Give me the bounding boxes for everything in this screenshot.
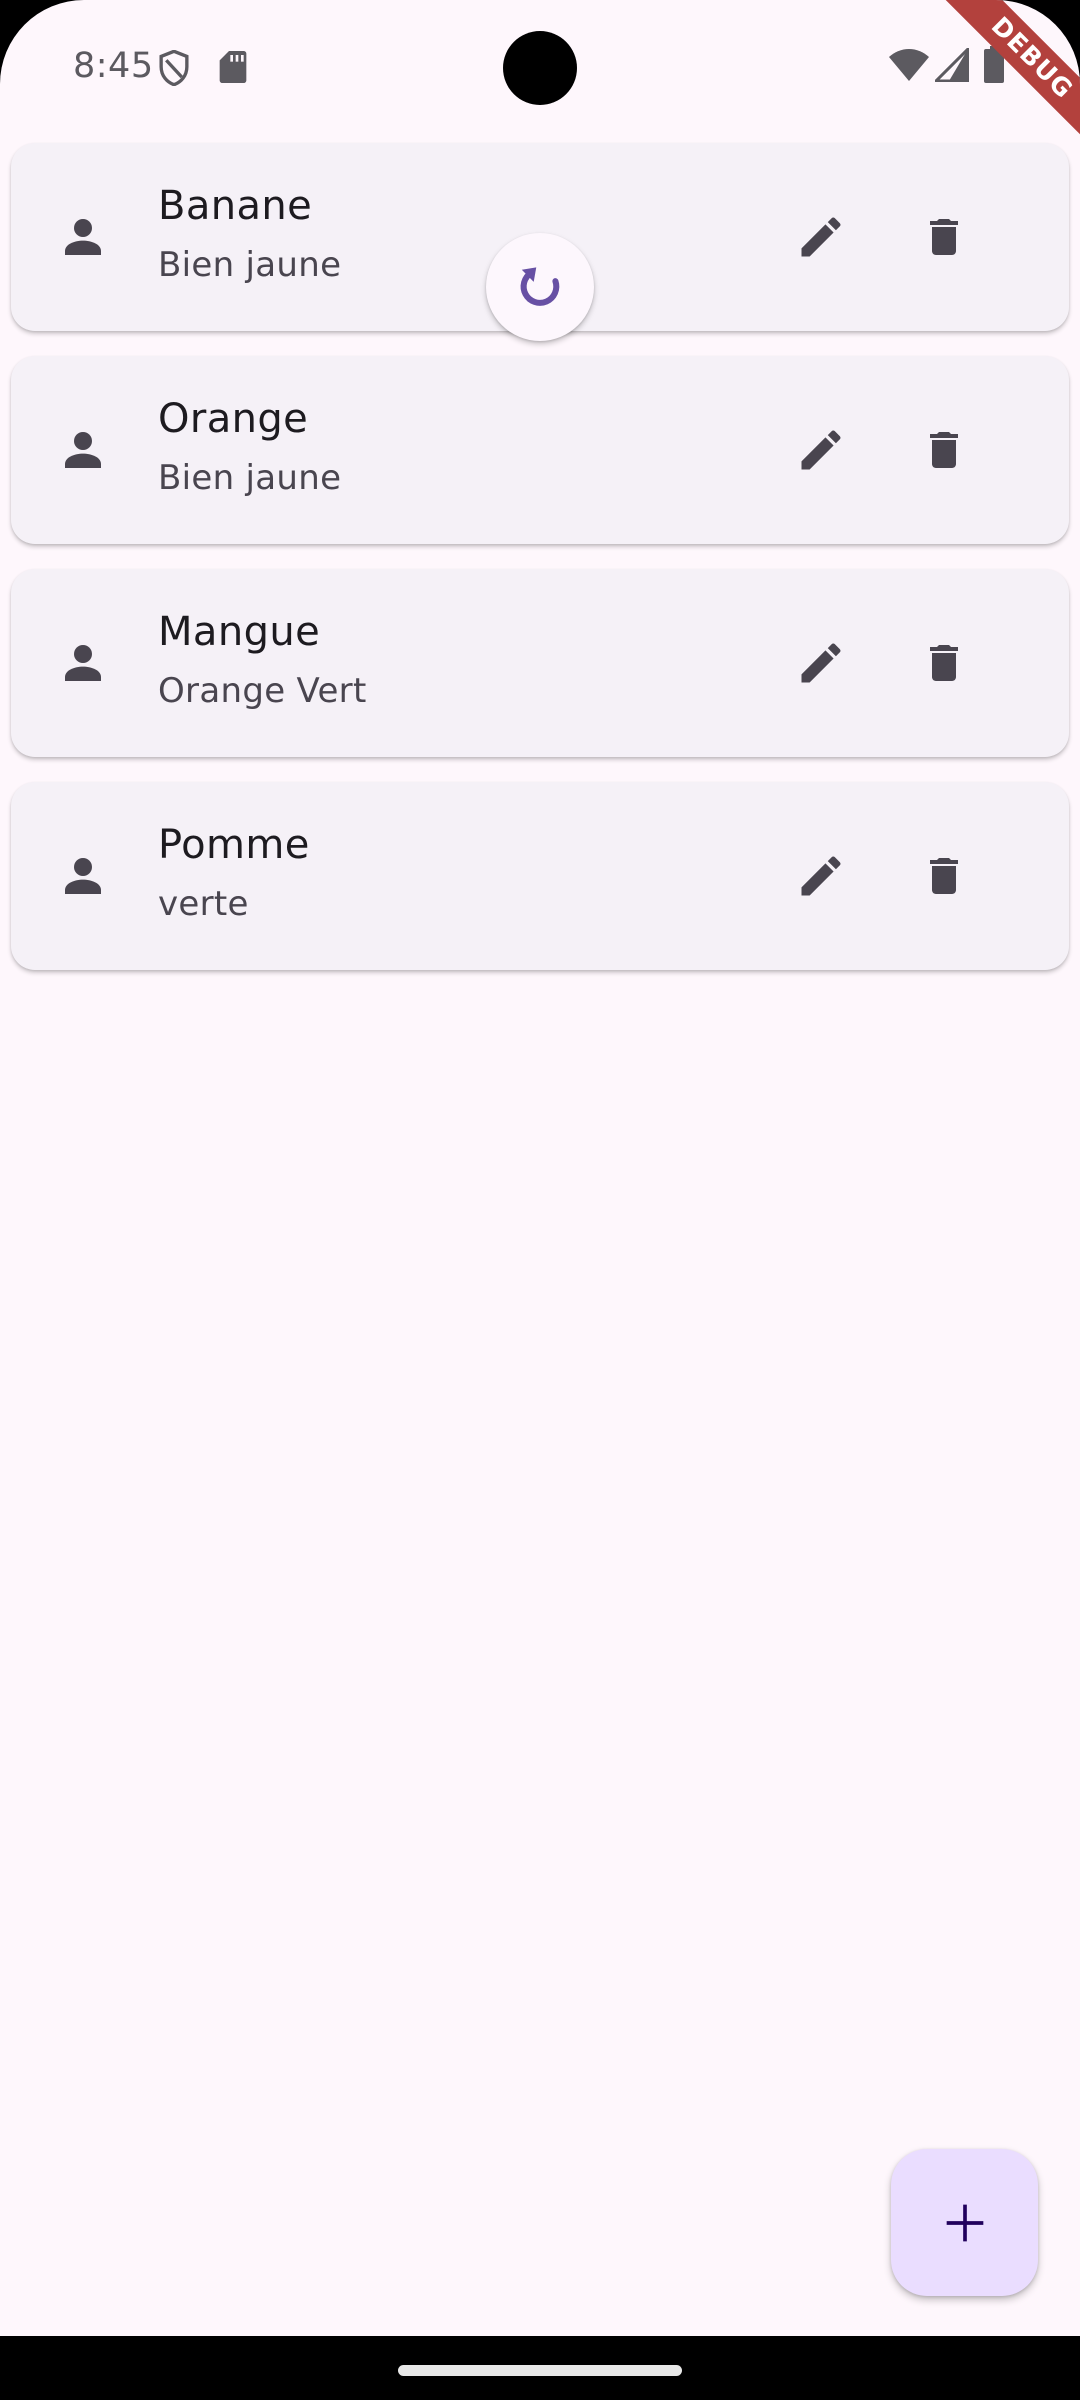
delete-icon xyxy=(930,219,958,255)
delete-button[interactable] xyxy=(904,623,984,703)
delete-button[interactable] xyxy=(904,836,984,916)
status-bar: 8:45 DEBUG xyxy=(0,0,1080,150)
add-button[interactable] xyxy=(891,2149,1038,2296)
item-title: Mangue xyxy=(158,609,321,655)
wifi-icon xyxy=(889,49,929,81)
edit-button[interactable] xyxy=(781,197,861,277)
edit-icon xyxy=(801,856,841,896)
person-icon xyxy=(65,645,101,681)
list-item[interactable]: Pomme verte xyxy=(11,782,1069,970)
delete-icon xyxy=(930,645,958,681)
item-title: Banane xyxy=(158,183,313,229)
camera-cutout xyxy=(503,31,577,105)
home-handle[interactable] xyxy=(398,2365,682,2376)
item-subtitle: Bien jaune xyxy=(158,245,342,285)
debug-label: DEBUG xyxy=(933,0,1080,150)
debug-ribbon: DEBUG xyxy=(930,0,1080,150)
refresh-icon xyxy=(520,267,560,306)
item-title: Orange xyxy=(158,396,309,442)
list-item[interactable]: Mangue Orange Vert xyxy=(11,569,1069,757)
person-icon xyxy=(65,219,101,255)
person-icon xyxy=(65,858,101,894)
list-item[interactable]: Orange Bien jaune xyxy=(11,356,1069,544)
item-title: Pomme xyxy=(158,822,310,868)
app-screen: 8:45 DEBUG Banane Bien jaune Orange Bien… xyxy=(0,0,1080,2336)
refresh-indicator xyxy=(486,233,594,341)
edit-button[interactable] xyxy=(781,836,861,916)
item-subtitle: Orange Vert xyxy=(158,671,367,711)
delete-icon xyxy=(930,858,958,894)
delete-button[interactable] xyxy=(904,197,984,277)
status-time: 8:45 xyxy=(73,46,154,86)
edit-icon xyxy=(801,430,841,470)
edit-button[interactable] xyxy=(781,623,861,703)
edit-icon xyxy=(801,217,841,257)
sd-card-icon xyxy=(219,51,247,83)
delete-icon xyxy=(930,432,958,468)
delete-button[interactable] xyxy=(904,410,984,490)
person-icon xyxy=(65,432,101,468)
item-subtitle: Bien jaune xyxy=(158,458,342,498)
edit-icon xyxy=(801,643,841,683)
shield-icon xyxy=(159,50,189,86)
item-subtitle: verte xyxy=(158,884,249,924)
add-icon xyxy=(946,2204,983,2241)
edit-button[interactable] xyxy=(781,410,861,490)
